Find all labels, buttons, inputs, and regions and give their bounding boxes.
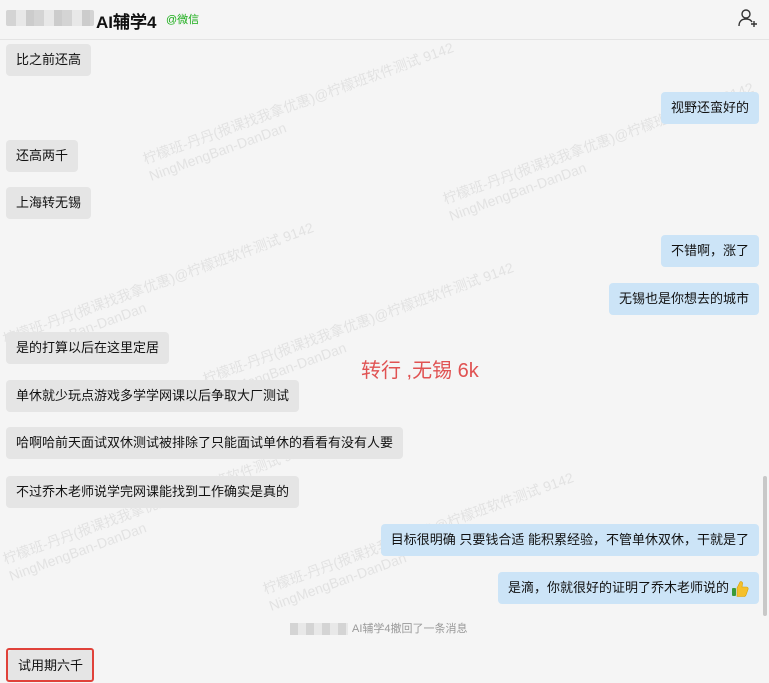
message-bubble-outgoing[interactable]: 是滴，你就很好的证明了乔木老师说的 [497,572,759,604]
message-bubble-incoming[interactable]: 上海转无锡 [6,187,92,219]
message-bubble-outgoing[interactable]: 无锡也是你想去的城市 [608,283,759,315]
add-member-icon[interactable] [737,7,759,29]
chat-header: AI辅学4 @微信 [0,0,769,40]
watermark-line: 柠檬班-丹丹(报课找我拿优惠)@柠檬班软件测试 9142 [140,40,456,167]
chat-area[interactable]: 柠檬班-丹丹(报课找我拿优惠)@柠檬班软件测试 9142 NingMengBan… [0,40,769,683]
message-bubble-outgoing[interactable]: 视野还蛮好的 [660,92,759,124]
message-bubble-outgoing[interactable]: 不错啊，涨了 [660,235,759,267]
watermark-line: 柠檬班-丹丹(报课找我拿优惠)@柠檬班软件测试 9142 [0,219,316,347]
watermark: 柠檬班-丹丹(报课找我拿优惠)@柠檬班软件测试 9142 NingMengBan… [140,40,462,184]
thumbs-up-icon [732,580,749,597]
watermark: 柠檬班-丹丹(报课找我拿优惠)@柠檬班软件测试 9142 NingMengBan… [0,437,322,584]
annotation-text: 转行 ,无锡 6k [361,360,479,382]
message-bubble-incoming[interactable]: 是的打算以后在这里定居 [6,332,170,364]
message-bubble-incoming[interactable]: 哈啊哈前天面试双休测试被排除了只能面试单休的看看有没有人要 [6,427,404,459]
message-bubble-incoming[interactable]: 还高两千 [6,140,79,172]
recall-notice-text: AI辅学4撤回了一条消息 [352,623,468,635]
scrollbar[interactable] [763,476,767,616]
message-bubble-incoming[interactable]: 不过乔木老师说学完网课能找到工作确实是真的 [6,476,300,508]
redacted-name [6,10,94,26]
highlight-box [6,648,94,682]
wechat-source-tag: @微信 [166,14,200,26]
message-bubble-outgoing[interactable]: 目标很明确 只要钱合适 能积累经验，不管单休双休，干就是了 [380,524,759,556]
message-bubble-incoming[interactable]: 单休就少玩点游戏多学学网课以后争取大厂测试 [6,380,300,412]
recall-notice: AI辅学4撤回了一条消息 [290,620,468,636]
redacted-name [290,623,348,636]
message-bubble-incoming[interactable]: 比之前还高 [6,44,92,76]
watermark-line: NingMengBan-DanDan [146,119,289,184]
chat-title: AI辅学4 [96,13,157,32]
message-text: 是滴，你就很好的证明了乔木老师说的 [507,580,729,595]
